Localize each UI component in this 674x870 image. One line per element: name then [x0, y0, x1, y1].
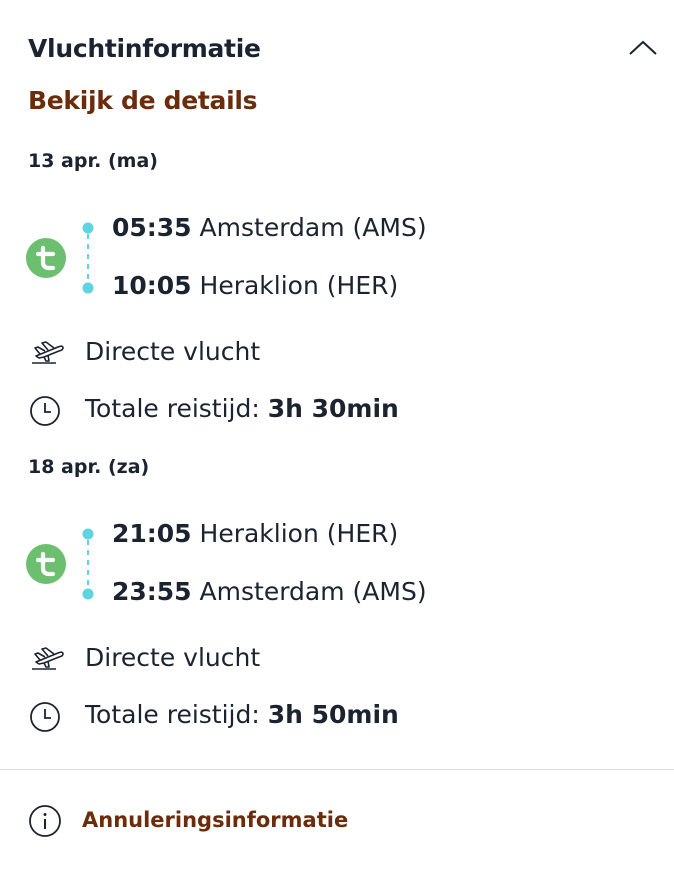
duration-row: Totale reistijd: 3h 50min: [28, 698, 628, 734]
duration-value: 3h 30min: [267, 394, 399, 423]
arrival-stop: 10:05 Heraklion (HER): [112, 271, 398, 300]
arrival-time: 10:05: [112, 271, 192, 300]
flight-timeline: [80, 528, 96, 600]
transavia-logo-icon: [26, 544, 66, 584]
clock-icon: [30, 396, 60, 426]
chevron-up-icon: [629, 40, 657, 55]
transavia-logo-icon: [26, 238, 66, 278]
arrival-stop: 23:55 Amsterdam (AMS): [112, 577, 427, 606]
arrival-time: 23:55: [112, 577, 192, 606]
duration-value: 3h 50min: [267, 700, 399, 729]
arrival-place: Heraklion (HER): [199, 271, 399, 300]
view-details-link[interactable]: Bekijk de details: [28, 86, 258, 115]
duration: Totale reistijd: 3h 30min: [85, 394, 399, 423]
flight-type: Directe vlucht: [85, 337, 261, 366]
cancellation-info-link[interactable]: Annuleringsinformatie: [28, 804, 528, 840]
divider: [0, 769, 674, 770]
departure-place: Amsterdam (AMS): [199, 213, 427, 242]
duration: Totale reistijd: 3h 50min: [85, 700, 399, 729]
departure-stop: 05:35 Amsterdam (AMS): [112, 213, 427, 242]
flight-info-header[interactable]: Vluchtinformatie: [28, 30, 658, 70]
flight-timeline: [80, 222, 96, 294]
departure-time: 21:05: [112, 519, 192, 548]
flight-type: Directe vlucht: [85, 643, 261, 672]
departure-stop: 21:05 Heraklion (HER): [112, 519, 398, 548]
duration-row: Totale reistijd: 3h 30min: [28, 392, 628, 428]
cancellation-label: Annuleringsinformatie: [82, 808, 349, 832]
collapse-button[interactable]: [628, 36, 658, 60]
airplane-takeoff-icon: [32, 341, 64, 364]
clock-icon: [30, 702, 60, 732]
departure-place: Heraklion (HER): [199, 519, 399, 548]
flight-type-row: Directe vlucht: [28, 335, 628, 371]
departure-time: 05:35: [112, 213, 192, 242]
flight-info-panel: Vluchtinformatie Bekijk de details 13 ap…: [0, 0, 674, 870]
panel-title: Vluchtinformatie: [28, 34, 261, 63]
duration-label: Totale reistijd:: [85, 394, 260, 423]
duration-label: Totale reistijd:: [85, 700, 260, 729]
info-icon: [29, 805, 61, 837]
return-date: 18 apr. (za): [28, 456, 150, 478]
flight-type-row: Directe vlucht: [28, 641, 628, 677]
airplane-takeoff-icon: [32, 647, 64, 670]
arrival-place: Amsterdam (AMS): [199, 577, 427, 606]
outbound-date: 13 apr. (ma): [28, 150, 158, 172]
